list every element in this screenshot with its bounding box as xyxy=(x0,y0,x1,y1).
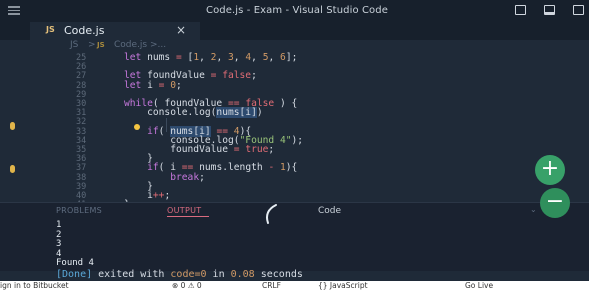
remove-button[interactable]: − xyxy=(540,188,570,218)
output-line: 3 xyxy=(56,239,62,250)
done-text: exited with xyxy=(92,269,171,280)
done-text: in xyxy=(206,269,231,280)
go-live-button[interactable]: Go Live xyxy=(465,281,493,291)
code-editor[interactable]: 25 let nums = [1, 2, 3, 4, 5, 6]; 26 27 let … xyxy=(0,52,589,211)
output-done-line: [Done] exited with code=0 in 0.08 second… xyxy=(56,270,303,280)
close-tab-icon[interactable]: × xyxy=(176,23,186,37)
menu-icon[interactable] xyxy=(8,6,20,15)
breakpoint-marker-icon xyxy=(10,165,15,173)
done-text: seconds xyxy=(254,269,303,280)
bitbucket-signin[interactable]: ign in to Bitbucket xyxy=(0,281,69,291)
chevron-down-icon[interactable]: ⌄ xyxy=(530,205,537,214)
indent-guide xyxy=(166,118,167,132)
tab-output[interactable]: OUTPUT xyxy=(167,206,201,215)
output-channel-select[interactable]: Code xyxy=(318,206,341,216)
breadcrumb: JS > JS Code.js >... xyxy=(0,40,589,52)
js-file-icon: JS xyxy=(97,41,105,49)
lightbulb-icon[interactable] xyxy=(134,124,140,130)
tab-label: Code.js xyxy=(64,24,105,37)
layout-icon[interactable] xyxy=(573,5,584,15)
breadcrumb-file[interactable]: Code.js >... xyxy=(114,40,166,50)
active-tab-indicator xyxy=(167,216,209,217)
tab-code-js[interactable]: JS Code.js × xyxy=(30,22,200,40)
problems-count[interactable]: ⊗ 0 ⚠ 0 xyxy=(172,281,202,291)
end-of-line[interactable]: CRLF xyxy=(262,281,281,291)
output-line: Found 4 xyxy=(56,258,94,269)
js-file-icon: JS xyxy=(46,25,55,34)
output-line: 2 xyxy=(56,229,62,240)
output-line: 1 xyxy=(56,220,62,230)
language-mode[interactable]: {} JavaScript xyxy=(318,281,368,291)
window-title: Code.js - Exam - Visual Studio Code xyxy=(206,5,388,16)
breakpoint-marker-icon xyxy=(10,122,15,130)
tab-problems[interactable]: PROBLEMS xyxy=(56,206,102,215)
panel-tabs: PROBLEMS OUTPUT Code ⌄ xyxy=(0,203,589,224)
title-bar: Code.js - Exam - Visual Studio Code xyxy=(0,0,589,22)
add-button[interactable]: + xyxy=(535,155,565,185)
output-log: 1 2 3 4 Found 4 xyxy=(56,220,94,269)
toggle-panel-icon[interactable] xyxy=(544,5,555,15)
tab-bar: JS Code.js × xyxy=(0,22,589,40)
vscode-window: Code.js - Exam - Visual Studio Code JS C… xyxy=(0,0,589,281)
elapsed-time: 0.08 xyxy=(230,269,255,280)
status-bar: ign in to Bitbucket ⊗ 0 ⚠ 0 CRLF {} Java… xyxy=(0,281,589,291)
breadcrumb-separator: > xyxy=(88,40,96,50)
chevron-left-icon[interactable] xyxy=(258,203,282,225)
exit-code: code=0 xyxy=(170,269,207,280)
done-tag: [Done] xyxy=(56,269,93,280)
toggle-sidebar-icon[interactable] xyxy=(515,5,526,15)
breadcrumb-folder[interactable]: JS xyxy=(70,40,78,50)
bottom-panel: PROBLEMS OUTPUT Code ⌄ 1 2 3 4 Found 4 xyxy=(0,202,589,271)
